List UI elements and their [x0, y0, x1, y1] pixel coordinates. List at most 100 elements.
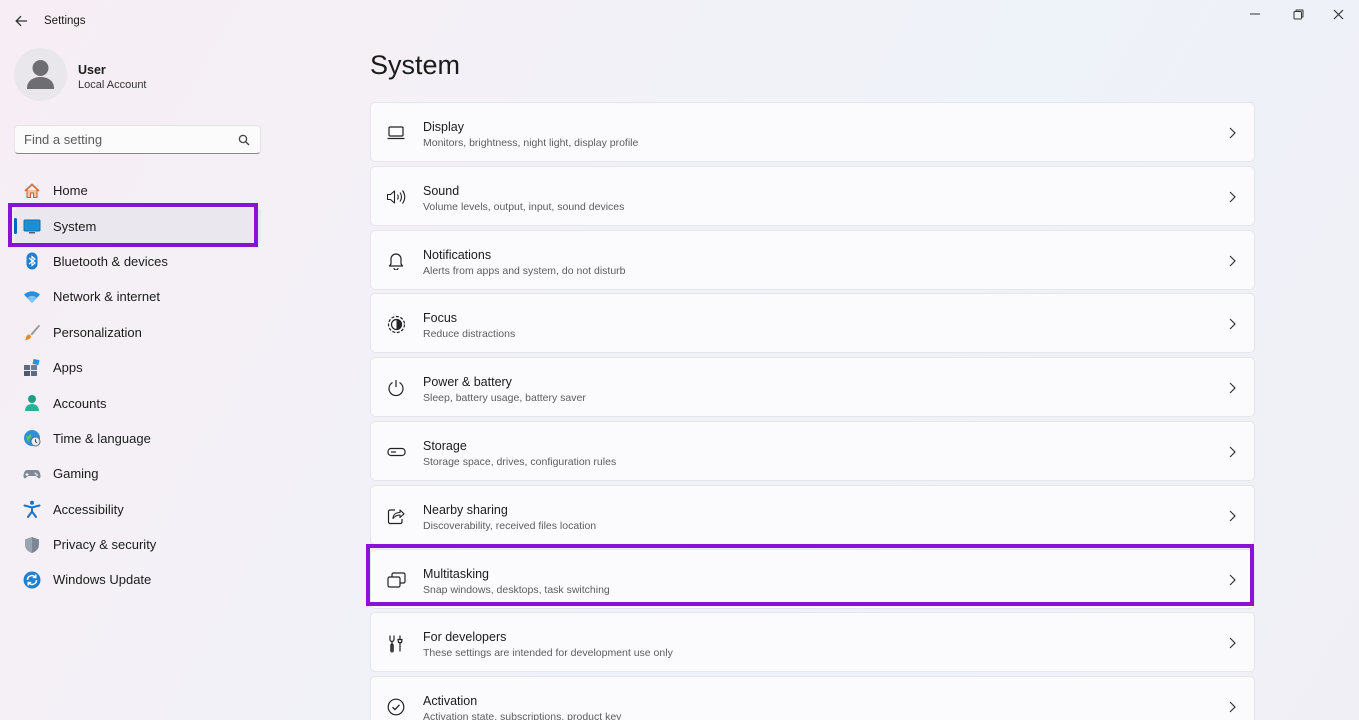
card-subtitle: Alerts from apps and system, do not dist… [423, 264, 626, 277]
chevron-right-icon [1229, 191, 1236, 203]
sidebar-item-label: Gaming [53, 466, 99, 482]
card-display[interactable]: Display Monitors, brightness, night ligh… [370, 102, 1255, 162]
sidebar-item-label: Apps [53, 360, 83, 376]
display-icon [386, 123, 406, 143]
card-subtitle: Storage space, drives, configuration rul… [423, 455, 617, 468]
app-title: Settings [44, 15, 86, 27]
bluetooth-icon [23, 252, 41, 270]
card-multitasking[interactable]: Multitasking Snap windows, desktops, tas… [370, 548, 1255, 609]
title-bar: Settings [0, 0, 1359, 42]
card-title: For developers [423, 630, 507, 645]
bell-icon [386, 251, 406, 271]
card-subtitle: Activation state, subscriptions, product… [423, 711, 622, 720]
minimize-icon [1250, 13, 1260, 15]
card-title: Storage [423, 438, 467, 453]
card-title: Focus [423, 311, 458, 326]
focus-icon [386, 314, 406, 334]
back-button[interactable] [8, 8, 34, 34]
sidebar-item-label: Privacy & security [53, 537, 157, 553]
sidebar-item-time-language[interactable]: Time & language [14, 421, 261, 456]
brush-icon [23, 323, 41, 341]
speaker-icon [386, 187, 406, 207]
close-button[interactable] [1318, 4, 1358, 24]
power-icon [386, 378, 406, 398]
globe-clock-icon [23, 429, 41, 447]
sidebar-item-gaming[interactable]: Gaming [14, 456, 261, 491]
share-icon [386, 506, 406, 526]
card-title: Multitasking [423, 566, 489, 581]
card-subtitle: Monitors, brightness, night light, displ… [423, 137, 639, 149]
accounts-icon [23, 394, 41, 412]
chevron-right-icon [1229, 382, 1236, 394]
search-input[interactable] [24, 132, 224, 147]
chevron-right-icon [1229, 255, 1236, 267]
restore-button[interactable] [1278, 4, 1318, 24]
sidebar-item-label: Windows Update [53, 572, 152, 588]
sidebar-item-label: Personalization [53, 324, 142, 340]
user-name: User [78, 63, 106, 77]
sidebar-item-personalization[interactable]: Personalization [14, 315, 261, 350]
sidebar-item-label: Time & language [53, 430, 151, 446]
close-icon [1333, 9, 1343, 19]
card-subtitle: Discoverability, received files location [423, 519, 597, 532]
card-subtitle: These settings are intended for developm… [423, 647, 673, 660]
sidebar-item-home[interactable]: Home [14, 173, 261, 208]
card-focus[interactable]: Focus Reduce distractions [370, 293, 1255, 354]
storage-icon [386, 442, 406, 462]
minimize-button[interactable] [1235, 4, 1275, 24]
sidebar-item-accounts[interactable]: Accounts [14, 385, 261, 420]
sidebar-item-privacy-security[interactable]: Privacy & security [14, 527, 261, 562]
search-icon[interactable] [238, 134, 250, 146]
sidebar-item-label: Network & internet [53, 289, 160, 305]
sidebar-item-network[interactable]: Network & internet [14, 279, 261, 314]
card-title: Nearby sharing [423, 502, 508, 517]
card-title: Display [423, 120, 464, 134]
sidebar-item-apps[interactable]: Apps [14, 350, 261, 385]
shield-icon [23, 536, 41, 554]
card-power-battery[interactable]: Power & battery Sleep, battery usage, ba… [370, 357, 1255, 418]
sidebar-item-label: Bluetooth & devices [53, 253, 168, 269]
card-for-developers[interactable]: For developers These settings are intend… [370, 612, 1255, 673]
card-activation[interactable]: Activation Activation state, subscriptio… [370, 676, 1255, 720]
sidebar-item-label: Accounts [53, 395, 107, 411]
user-avatar-icon [27, 60, 54, 89]
sidebar-item-label: System [53, 218, 97, 234]
chevron-right-icon [1229, 127, 1236, 139]
sidebar-item-windows-update[interactable]: Windows Update [14, 562, 261, 597]
sidebar-nav: Home System Bluetooth & devices Network … [14, 173, 261, 598]
sidebar-item-system[interactable]: System [14, 208, 261, 244]
system-icon [23, 217, 41, 235]
activation-icon [386, 697, 406, 717]
chevron-right-icon [1229, 318, 1236, 330]
card-subtitle: Reduce distractions [423, 328, 516, 341]
card-sound[interactable]: Sound Volume levels, output, input, soun… [370, 165, 1255, 226]
card-nearby-sharing[interactable]: Nearby sharing Discoverability, received… [370, 484, 1255, 545]
sidebar-item-accessibility[interactable]: Accessibility [14, 492, 261, 527]
back-arrow-icon [14, 15, 27, 27]
chevron-right-icon [1229, 701, 1236, 713]
multitasking-icon [386, 570, 406, 590]
card-subtitle: Snap windows, desktops, task switching [423, 583, 610, 596]
settings-list: Display Monitors, brightness, night ligh… [370, 102, 1255, 720]
card-notifications[interactable]: Notifications Alerts from apps and syste… [370, 229, 1255, 290]
network-icon [23, 288, 41, 306]
card-storage[interactable]: Storage Storage space, drives, configura… [370, 420, 1255, 481]
chevron-right-icon [1229, 446, 1236, 458]
account-type: Local Account [78, 79, 147, 91]
search-box[interactable] [14, 125, 261, 154]
restore-icon [1293, 9, 1303, 19]
chevron-right-icon [1229, 574, 1236, 586]
sidebar-item-bluetooth[interactable]: Bluetooth & devices [14, 244, 261, 279]
avatar[interactable] [14, 48, 67, 101]
card-title: Activation [423, 694, 478, 709]
page-title: System [370, 50, 461, 80]
card-subtitle: Sleep, battery usage, battery saver [423, 392, 586, 405]
chevron-right-icon [1229, 637, 1236, 649]
card-subtitle: Volume levels, output, input, sound devi… [423, 200, 625, 213]
home-icon [23, 182, 41, 200]
developer-tools-icon [386, 633, 406, 653]
apps-icon [23, 358, 41, 377]
sidebar-item-label: Home [53, 183, 88, 199]
sidebar-item-label: Accessibility [53, 501, 124, 517]
card-title: Notifications [423, 247, 492, 262]
